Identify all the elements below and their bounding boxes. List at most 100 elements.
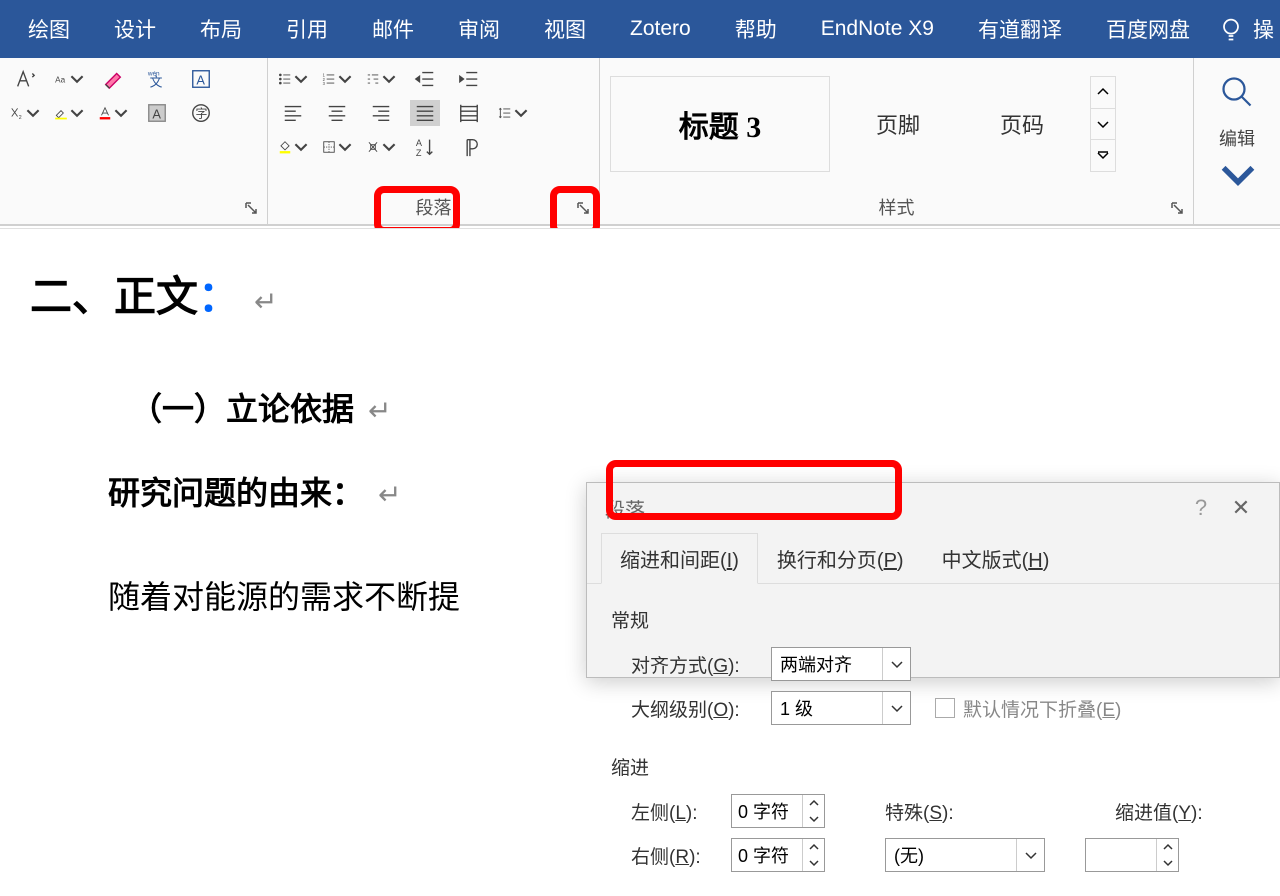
- shading-icon[interactable]: [278, 134, 308, 160]
- find-icon[interactable]: [1219, 74, 1255, 115]
- by-input[interactable]: [1086, 839, 1156, 871]
- tell-me-icon[interactable]: [1217, 15, 1245, 43]
- align-left-icon[interactable]: [278, 100, 308, 126]
- snap-to-grid-icon[interactable]: [366, 134, 396, 160]
- chevron-down-icon[interactable]: [1016, 839, 1044, 871]
- chevron-down-icon[interactable]: [882, 648, 910, 680]
- doc-heading-2[interactable]: （一）立论依据↵: [130, 384, 570, 430]
- special-combo[interactable]: [885, 838, 1045, 872]
- clear-formatting-icon[interactable]: [98, 66, 128, 92]
- numbering-icon[interactable]: 123: [322, 66, 352, 92]
- style-heading3[interactable]: 标题 3: [610, 76, 830, 172]
- decrease-indent-icon[interactable]: [410, 66, 440, 92]
- spin-up-icon[interactable]: [803, 795, 824, 811]
- dialog-close-icon[interactable]: ✕: [1221, 495, 1261, 521]
- styles-dialog-launcher-icon[interactable]: [1167, 198, 1187, 218]
- tab-review[interactable]: 审阅: [436, 0, 522, 58]
- group-font-label: [0, 190, 267, 224]
- right-indent-spinner[interactable]: [731, 838, 825, 872]
- distributed-icon[interactable]: [454, 100, 484, 126]
- doc-heading-3[interactable]: 研究问题的由来：↵: [108, 468, 570, 514]
- tab-baidu[interactable]: 百度网盘: [1084, 0, 1212, 58]
- spin-down-icon[interactable]: [803, 855, 824, 871]
- paragraph-dialog-launcher-icon[interactable]: [573, 198, 593, 218]
- increase-indent-icon[interactable]: [454, 66, 484, 92]
- styles-scroll[interactable]: [1090, 76, 1116, 172]
- paragraph-mark-icon: ↵: [254, 287, 277, 318]
- left-indent-input[interactable]: [732, 795, 802, 827]
- page[interactable]: 二、正文：↵ （一）立论依据↵ 研究问题的由来：↵ 随着对能源的需求不断提: [0, 233, 590, 618]
- spin-up-icon[interactable]: [1157, 839, 1178, 855]
- line-spacing-icon[interactable]: [498, 100, 528, 126]
- tab-design[interactable]: 设计: [92, 0, 178, 58]
- subscript-icon[interactable]: 2: [10, 100, 40, 126]
- font-dialog-launcher-icon[interactable]: [241, 198, 261, 218]
- align-right-icon[interactable]: [366, 100, 396, 126]
- tell-me-text[interactable]: 操: [1253, 14, 1274, 44]
- group-paragraph: 123 AZ 段落: [268, 58, 600, 224]
- svg-text:A: A: [416, 138, 423, 148]
- dialog-tab-indent[interactable]: 缩进和间距(I): [601, 533, 758, 584]
- special-input[interactable]: [886, 839, 1016, 871]
- chevron-down-icon[interactable]: [882, 692, 910, 724]
- enclose-characters-icon[interactable]: 字: [186, 100, 216, 126]
- tab-endnote[interactable]: EndNote X9: [799, 0, 956, 58]
- group-font: Aa wén文 A 2 A 字: [0, 58, 268, 224]
- phonetic-guide-icon[interactable]: wén文: [142, 66, 172, 92]
- svg-text:Aa: Aa: [55, 76, 65, 85]
- highlight-icon[interactable]: [54, 100, 84, 126]
- tab-references[interactable]: 引用: [264, 0, 350, 58]
- right-indent-input[interactable]: [732, 839, 802, 871]
- style-footer[interactable]: 页脚: [836, 108, 960, 140]
- outline-input[interactable]: [772, 692, 882, 724]
- right-indent-label: 右侧(R):: [631, 842, 721, 869]
- borders-icon[interactable]: [322, 134, 352, 160]
- font-color-icon[interactable]: [98, 100, 128, 126]
- left-indent-spinner[interactable]: [731, 794, 825, 828]
- spin-up-icon[interactable]: [803, 839, 824, 855]
- svg-text:2: 2: [19, 115, 22, 121]
- dialog-tab-pagination[interactable]: 换行和分页(P): [758, 533, 923, 584]
- spin-down-icon[interactable]: [803, 811, 824, 827]
- dialog-tab-asian[interactable]: 中文版式(H): [923, 533, 1069, 584]
- bullets-icon[interactable]: [278, 66, 308, 92]
- styles-scroll-up-icon[interactable]: [1091, 77, 1115, 109]
- svg-text:A: A: [152, 107, 161, 122]
- character-shading-icon[interactable]: A: [142, 100, 172, 126]
- align-input[interactable]: [772, 648, 882, 680]
- tab-help[interactable]: 帮助: [713, 0, 799, 58]
- tab-view[interactable]: 视图: [522, 0, 608, 58]
- tab-drawing[interactable]: 绘图: [6, 0, 92, 58]
- grow-font-icon[interactable]: [10, 66, 40, 92]
- collapse-checkbox[interactable]: 默认情况下折叠(E): [935, 695, 1121, 722]
- multilevel-list-icon[interactable]: [366, 66, 396, 92]
- outline-combo[interactable]: [771, 691, 911, 725]
- checkbox-icon[interactable]: [935, 698, 955, 718]
- tab-zotero[interactable]: Zotero: [608, 0, 713, 58]
- dialog-tabs: 缩进和间距(I) 换行和分页(P) 中文版式(H): [587, 533, 1279, 584]
- svg-text:3: 3: [323, 81, 326, 86]
- tab-layout[interactable]: 布局: [178, 0, 264, 58]
- doc-heading-1[interactable]: 二、正文：↵: [30, 263, 570, 324]
- align-justify-icon[interactable]: [410, 100, 440, 126]
- dialog-help-icon[interactable]: ?: [1181, 495, 1221, 521]
- styles-expand-icon[interactable]: [1091, 140, 1115, 171]
- group-styles: 标题 3 页脚 页码 样式: [600, 58, 1194, 224]
- spin-down-icon[interactable]: [1157, 855, 1178, 871]
- document-area: 二、正文：↵ （一）立论依据↵ 研究问题的由来：↵ 随着对能源的需求不断提 段落…: [0, 228, 1280, 678]
- sort-icon[interactable]: AZ: [410, 134, 440, 160]
- section-general: 常规: [611, 606, 1255, 633]
- style-pagenum[interactable]: 页码: [960, 108, 1084, 140]
- character-border-icon[interactable]: A: [186, 66, 216, 92]
- by-spinner[interactable]: [1085, 838, 1179, 872]
- doc-body[interactable]: 随着对能源的需求不断提: [108, 572, 570, 618]
- tab-youdao[interactable]: 有道翻译: [956, 0, 1084, 58]
- styles-scroll-down-icon[interactable]: [1091, 109, 1115, 141]
- edit-label[interactable]: 编辑: [1219, 125, 1255, 151]
- tab-mailings[interactable]: 邮件: [350, 0, 436, 58]
- align-combo[interactable]: [771, 647, 911, 681]
- show-hide-icon[interactable]: [454, 134, 484, 160]
- change-case-icon[interactable]: Aa: [54, 66, 84, 92]
- dialog-titlebar: 段落 ? ✕: [587, 483, 1279, 533]
- align-center-icon[interactable]: [322, 100, 352, 126]
